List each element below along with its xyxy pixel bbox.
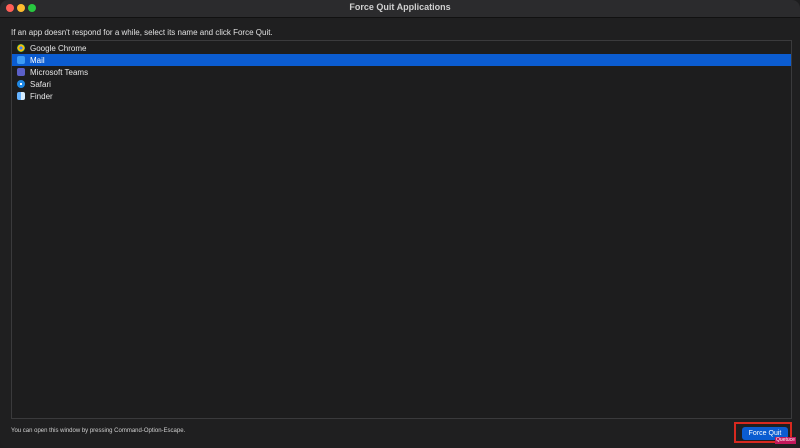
title-bar: Force Quit Applications (0, 0, 800, 18)
app-name: Microsoft Teams (30, 67, 89, 77)
app-row-microsoft-teams[interactable]: Microsoft Teams (12, 66, 791, 78)
app-row-mail[interactable]: Mail (12, 54, 791, 66)
app-name: Safari (30, 79, 51, 89)
app-row-google-chrome[interactable]: Google Chrome (12, 42, 791, 54)
app-name: Google Chrome (30, 43, 87, 53)
app-row-safari[interactable]: Safari (12, 78, 791, 90)
app-name: Mail (30, 55, 45, 65)
app-row-finder[interactable]: Finder (12, 90, 791, 102)
mail-icon (17, 56, 25, 64)
watermark-label: Quetuce (775, 437, 796, 444)
chrome-icon (17, 44, 25, 52)
app-list[interactable]: Google Chrome Mail Microsoft Teams Safar… (11, 40, 792, 419)
safari-icon (17, 80, 25, 88)
finder-icon (17, 92, 25, 100)
app-name: Finder (30, 91, 53, 101)
force-quit-window: Force Quit Applications If an app doesn'… (0, 0, 800, 448)
instruction-text: If an app doesn't respond for a while, s… (11, 28, 273, 37)
shortcut-hint: You can open this window by pressing Com… (11, 428, 186, 434)
window-title: Force Quit Applications (349, 2, 451, 12)
teams-icon (17, 68, 25, 76)
